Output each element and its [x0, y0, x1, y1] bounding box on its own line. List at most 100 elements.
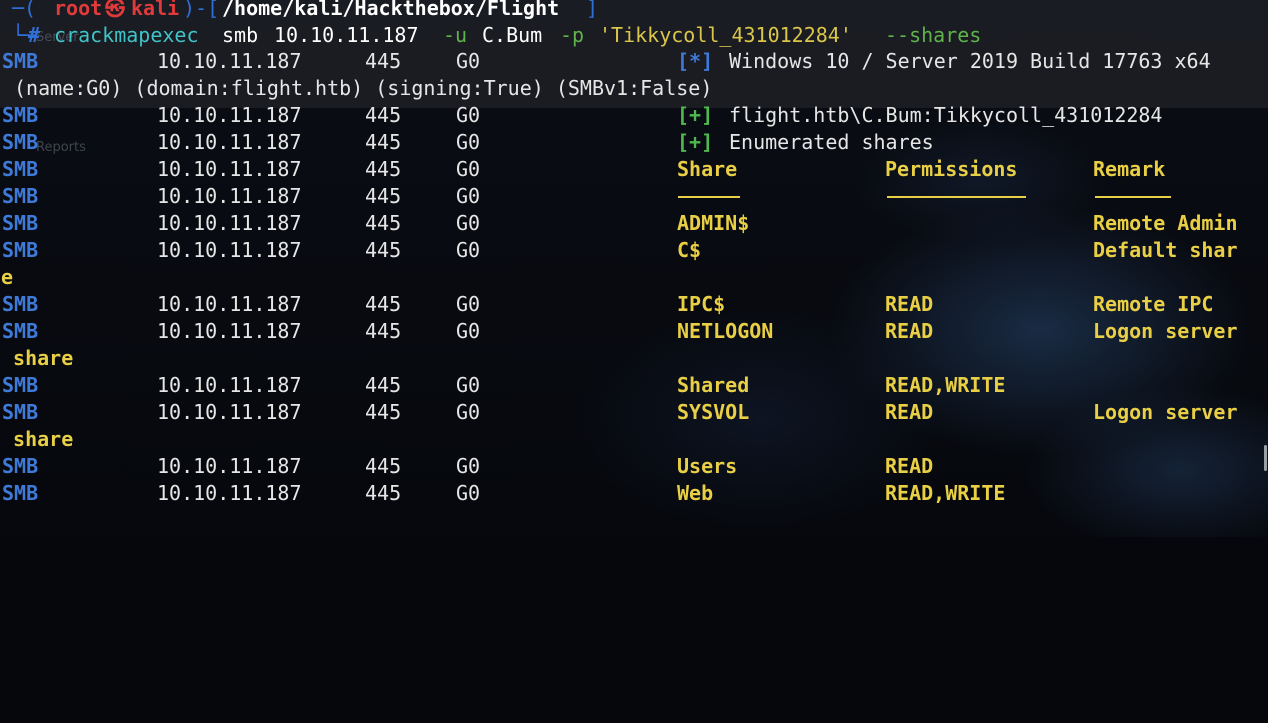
port: 445	[365, 373, 402, 397]
share-remark: Logon server	[1093, 400, 1238, 424]
share-permissions: READ	[885, 292, 934, 316]
share-name: Shared	[677, 373, 750, 397]
ip-address: 10.10.11.187	[157, 319, 302, 343]
share-row-c: SMB 10.10.11.187 445 G0 C$ Default shar	[0, 237, 1268, 264]
ip-address: 10.10.11.187	[157, 211, 302, 235]
prompt-line: ─( root ㉿ kali )-[ /home/kali/Hackthebox…	[0, 0, 1268, 22]
status-text: Enumerated shares	[729, 130, 934, 154]
hostname: G0	[456, 319, 481, 343]
auth-result: flight.htb\C.Bum:Tikkycoll_431012284	[729, 103, 1163, 127]
hostname: G0	[456, 454, 481, 478]
hostname: G0	[456, 238, 481, 262]
share-permissions: READ,WRITE	[885, 481, 1006, 505]
command-line: └─ # crackmapexec smb 10.10.11.187 -u C.…	[0, 22, 1268, 49]
command-protocol: smb	[222, 23, 259, 47]
command-shares-option: --shares	[885, 23, 982, 47]
share-table-separator: SMB 10.10.11.187 445 G0	[0, 183, 1268, 210]
share-name: ADMIN$	[677, 211, 750, 235]
success-marker: [+]	[677, 103, 714, 127]
share-permissions: READ	[885, 319, 934, 343]
port: 445	[365, 454, 402, 478]
hostname: G0	[456, 373, 481, 397]
share-remark-wrap: e	[1, 265, 14, 289]
terminal-scrollbar[interactable]	[1264, 445, 1267, 471]
permissions-column-underline	[887, 196, 1026, 198]
output-line: SMB 10.10.11.187 445 G0 [+] Enumerated s…	[0, 129, 1268, 156]
command-user-flag: -u	[443, 23, 468, 47]
share-permissions: READ	[885, 400, 934, 424]
share-remark-wrap: share	[1, 346, 74, 370]
output-line: SMB 10.10.11.187 445 G0 [*] Windows 10 /…	[0, 48, 1268, 75]
hostname: G0	[456, 130, 481, 154]
port: 445	[365, 319, 402, 343]
share-row-shared: SMB 10.10.11.187 445 G0 Shared READ,WRIT…	[0, 372, 1268, 399]
port: 445	[365, 130, 402, 154]
port: 445	[365, 211, 402, 235]
output-line: SMB 10.10.11.187 445 G0 [+] flight.htb\C…	[0, 102, 1268, 129]
share-row-web: SMB 10.10.11.187 445 G0 Web READ,WRITE	[0, 480, 1268, 507]
share-permissions: READ,WRITE	[885, 373, 1006, 397]
protocol-label: SMB	[2, 373, 39, 397]
ip-address: 10.10.11.187	[157, 454, 302, 478]
share-name: Users	[677, 454, 738, 478]
protocol-label: SMB	[2, 49, 39, 73]
protocol-label: SMB	[2, 103, 39, 127]
share-name: IPC$	[677, 292, 726, 316]
column-header-remark: Remark	[1093, 157, 1166, 181]
share-name: SYSVOL	[677, 400, 750, 424]
ip-address: 10.10.11.187	[157, 238, 302, 262]
ip-address: 10.10.11.187	[157, 292, 302, 316]
port: 445	[365, 184, 402, 208]
share-row-sysvol: SMB 10.10.11.187 445 G0 SYSVOL READ Logo…	[0, 399, 1268, 426]
prompt-frame-left: ─(	[12, 0, 37, 20]
os-info: Windows 10 / Server 2019 Build 17763 x64	[729, 49, 1211, 73]
share-remark: Remote Admin	[1093, 211, 1238, 235]
prompt-symbol: #	[28, 23, 41, 47]
share-name: C$	[677, 238, 702, 262]
command-password: 'Tikkycoll_431012284'	[599, 23, 852, 47]
prompt-frame-mid: )-[	[183, 0, 220, 20]
ip-address: 10.10.11.187	[157, 157, 302, 181]
prompt-frame-right: ]	[586, 0, 599, 20]
hostname: G0	[456, 103, 481, 127]
port: 445	[365, 400, 402, 424]
output-line-wrap: (name:G0) (domain:flight.htb) (signing:T…	[0, 75, 1268, 102]
protocol-label: SMB	[2, 157, 39, 181]
prompt-path: /home/kali/Hackthebox/Flight	[222, 0, 560, 20]
terminal-output[interactable]: ─( root ㉿ kali )-[ /home/kali/Hackthebox…	[0, 0, 1268, 537]
column-header-share: Share	[677, 157, 738, 181]
port: 445	[365, 157, 402, 181]
share-permissions: READ	[885, 454, 934, 478]
share-row-c-wrap: e	[0, 264, 1268, 291]
ip-address: 10.10.11.187	[157, 400, 302, 424]
port: 445	[365, 103, 402, 127]
share-row-users: SMB 10.10.11.187 445 G0 Users READ	[0, 453, 1268, 480]
command-binary: crackmapexec	[54, 23, 199, 47]
share-remark: Default shar	[1093, 238, 1238, 262]
share-row-netlogon: SMB 10.10.11.187 445 G0 NETLOGON READ Lo…	[0, 318, 1268, 345]
port: 445	[365, 292, 402, 316]
share-name: NETLOGON	[677, 319, 774, 343]
protocol-label: SMB	[2, 211, 39, 235]
protocol-label: SMB	[2, 130, 39, 154]
remark-column-underline	[1095, 196, 1171, 198]
hostname: G0	[456, 481, 481, 505]
command-pass-flag: -p	[560, 23, 585, 47]
hostname: G0	[456, 211, 481, 235]
port: 445	[365, 238, 402, 262]
share-row-netlogon-wrap: share	[0, 345, 1268, 372]
command-target: 10.10.11.187	[274, 23, 419, 47]
share-remark: Logon server	[1093, 319, 1238, 343]
share-remark: Remote IPC	[1093, 292, 1214, 316]
share-name: Web	[677, 481, 714, 505]
share-row-admin: SMB 10.10.11.187 445 G0 ADMIN$ Remote Ad…	[0, 210, 1268, 237]
hostname: G0	[456, 157, 481, 181]
success-marker: [+]	[677, 130, 714, 154]
port: 445	[365, 49, 402, 73]
ip-address: 10.10.11.187	[157, 103, 302, 127]
hostname: G0	[456, 400, 481, 424]
command-user: C.Bum	[482, 23, 543, 47]
ip-address: 10.10.11.187	[157, 184, 302, 208]
ip-address: 10.10.11.187	[157, 49, 302, 73]
host-details: (name:G0) (domain:flight.htb) (signing:T…	[14, 76, 713, 100]
